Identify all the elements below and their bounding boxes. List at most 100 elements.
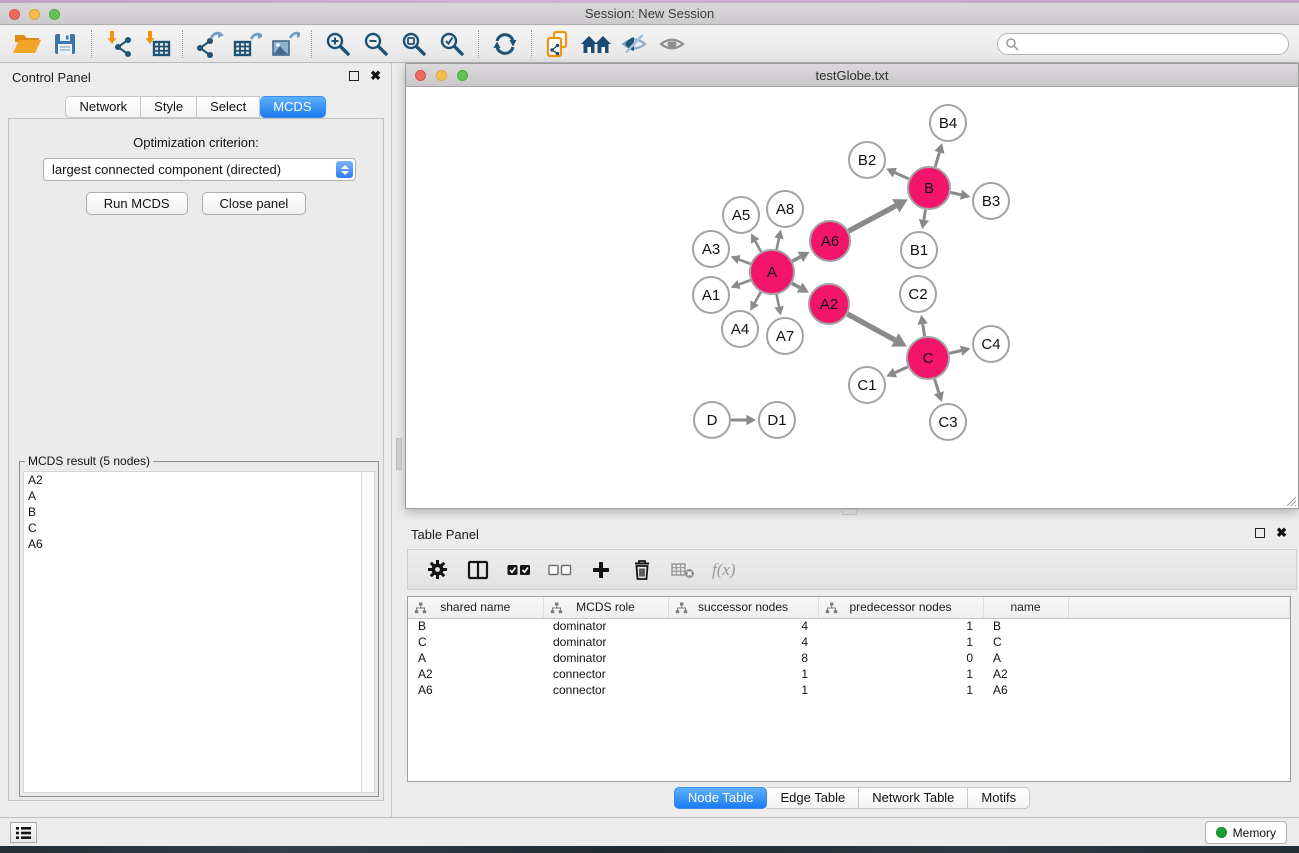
- show-columns-button[interactable]: [466, 558, 490, 582]
- delete-table-button[interactable]: [671, 558, 695, 582]
- graph-node-C1[interactable]: C1: [849, 367, 885, 403]
- tab-select[interactable]: Select: [197, 96, 260, 118]
- graph-edge-C-C4[interactable]: [949, 346, 970, 356]
- graph-node-B2[interactable]: B2: [849, 142, 885, 178]
- result-list-scrollbar[interactable]: [361, 472, 374, 792]
- tab-network[interactable]: Network: [65, 96, 141, 118]
- graph-edge-A6-B[interactable]: [849, 199, 908, 231]
- zoom-selected-button[interactable]: [433, 28, 471, 60]
- graph-edge-A-A2[interactable]: [792, 282, 809, 292]
- show-panels-button[interactable]: [10, 822, 37, 843]
- graph-edge-A-A5[interactable]: [751, 233, 761, 251]
- table-row[interactable]: A6connector11A6: [408, 682, 1290, 698]
- graph-node-A5[interactable]: A5: [723, 197, 759, 233]
- zoom-window-button[interactable]: [49, 9, 60, 20]
- table-row[interactable]: Adominator80A: [408, 650, 1290, 666]
- network-graph[interactable]: AA6A2BCA5A8A3A1A4A7B4B2B3B1C2C4C1C3DD1: [406, 88, 1298, 509]
- close-window-button[interactable]: [9, 9, 20, 20]
- add-column-button[interactable]: [589, 558, 613, 582]
- zoom-in-button[interactable]: [319, 28, 357, 60]
- graph-node-A7[interactable]: A7: [767, 318, 803, 354]
- delete-columns-button[interactable]: [630, 558, 654, 582]
- network-view-window[interactable]: testGlobe.txt AA6A2BCA5A8A3A1A4A7B4B2B3B…: [405, 63, 1299, 509]
- mcds-result-item[interactable]: A6: [24, 536, 374, 552]
- graph-edge-B-B1[interactable]: [919, 210, 929, 230]
- close-panel-button[interactable]: Close panel: [202, 192, 307, 215]
- graph-edge-A-A3[interactable]: [731, 255, 751, 264]
- network-zoom-button[interactable]: [457, 70, 468, 81]
- export-network-button[interactable]: [190, 28, 228, 60]
- run-mcds-button[interactable]: Run MCDS: [86, 192, 188, 215]
- graph-edge-A-A1[interactable]: [731, 280, 751, 289]
- export-table-button[interactable]: [228, 28, 266, 60]
- column-header-MCDS-role[interactable]: MCDS role: [543, 597, 668, 618]
- graph-edge-B-B4[interactable]: [934, 143, 944, 167]
- import-network-button[interactable]: [99, 28, 137, 60]
- graph-edge-A-A8[interactable]: [774, 230, 783, 250]
- close-panel-icon[interactable]: ✖: [370, 71, 381, 81]
- tab-network-table[interactable]: Network Table: [859, 787, 968, 809]
- graph-node-A8[interactable]: A8: [767, 191, 803, 227]
- table-row[interactable]: Bdominator41B: [408, 618, 1290, 634]
- graph-edge-A-A7[interactable]: [774, 295, 783, 316]
- hide-selected-button[interactable]: [615, 28, 653, 60]
- zoom-fit-button[interactable]: [395, 28, 433, 60]
- import-table-button[interactable]: [137, 28, 175, 60]
- clone-network-button[interactable]: [539, 28, 577, 60]
- window-titlebar[interactable]: Session: New Session: [0, 3, 1299, 25]
- graph-node-A2[interactable]: A2: [809, 284, 849, 324]
- graph-node-B[interactable]: B: [908, 167, 950, 209]
- float-panel-icon[interactable]: [349, 71, 359, 81]
- show-all-button[interactable]: [653, 28, 691, 60]
- graph-node-A4[interactable]: A4: [722, 311, 758, 347]
- mcds-result-item[interactable]: B: [24, 504, 374, 520]
- graph-node-A6[interactable]: A6: [810, 221, 850, 261]
- desktop-horizontal-scrollbar[interactable]: [842, 509, 857, 515]
- column-header-name[interactable]: name: [983, 597, 1068, 618]
- column-header-predecessor-nodes[interactable]: predecessor nodes: [818, 597, 983, 618]
- graph-node-C2[interactable]: C2: [900, 276, 936, 312]
- column-header-shared-name[interactable]: shared name: [408, 597, 543, 618]
- mcds-result-item[interactable]: A2: [24, 472, 374, 488]
- float-table-panel-icon[interactable]: [1255, 528, 1265, 538]
- graph-edge-A-A4[interactable]: [750, 292, 760, 311]
- desktop-vertical-scrollbar[interactable]: [396, 438, 402, 470]
- tab-edge-table[interactable]: Edge Table: [767, 787, 859, 809]
- network-close-button[interactable]: [415, 70, 426, 81]
- mcds-result-list[interactable]: A2ABCA6: [23, 471, 375, 793]
- select-all-columns-button[interactable]: [507, 558, 531, 582]
- table-row[interactable]: Cdominator41C: [408, 634, 1290, 650]
- tab-style[interactable]: Style: [141, 96, 197, 118]
- table-options-button[interactable]: [425, 558, 449, 582]
- graph-edge-C-C2[interactable]: [918, 315, 928, 337]
- graph-edge-B-B2[interactable]: [886, 168, 909, 179]
- graph-edge-C-C3[interactable]: [934, 379, 944, 402]
- graph-node-A1[interactable]: A1: [693, 277, 729, 313]
- graph-edge-A2-C[interactable]: [847, 314, 906, 347]
- mcds-result-item[interactable]: A: [24, 488, 374, 504]
- table-row[interactable]: A2connector11A2: [408, 666, 1290, 682]
- open-session-button[interactable]: [8, 28, 46, 60]
- network-canvas[interactable]: AA6A2BCA5A8A3A1A4A7B4B2B3B1C2C4C1C3DD1: [406, 88, 1298, 508]
- graph-node-A3[interactable]: A3: [693, 231, 729, 267]
- graph-node-B1[interactable]: B1: [901, 232, 937, 268]
- criterion-dropdown[interactable]: largest connected component (directed): [43, 158, 356, 181]
- tab-mcds[interactable]: MCDS: [260, 96, 325, 118]
- refresh-layout-button[interactable]: [486, 28, 524, 60]
- graph-node-B4[interactable]: B4: [930, 105, 966, 141]
- network-window-titlebar[interactable]: testGlobe.txt: [406, 64, 1298, 87]
- graph-node-C3[interactable]: C3: [930, 404, 966, 440]
- search-field[interactable]: [997, 33, 1289, 55]
- column-header-successor-nodes[interactable]: successor nodes: [668, 597, 818, 618]
- graph-node-B3[interactable]: B3: [973, 183, 1009, 219]
- graph-edge-C-C1[interactable]: [886, 367, 908, 377]
- first-neighbors-button[interactable]: [577, 28, 615, 60]
- save-session-button[interactable]: [46, 28, 84, 60]
- network-minimize-button[interactable]: [436, 70, 447, 81]
- deselect-all-columns-button[interactable]: [548, 558, 572, 582]
- memory-button[interactable]: Memory: [1205, 821, 1287, 844]
- close-table-panel-icon[interactable]: ✖: [1276, 528, 1287, 538]
- mcds-result-item[interactable]: C: [24, 520, 374, 536]
- graph-edge-A-A6[interactable]: [792, 252, 809, 262]
- resize-grip-icon[interactable]: [1284, 494, 1297, 507]
